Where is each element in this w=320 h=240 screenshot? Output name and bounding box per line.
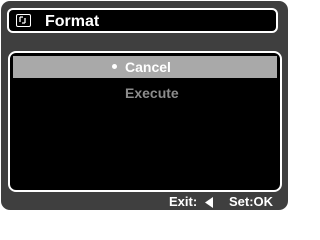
menu-item-label: Cancel <box>125 59 171 75</box>
set-hint-label: Set:OK <box>229 194 274 209</box>
format-menu: Cancel Execute <box>8 51 282 192</box>
camera-screen: Format Cancel Execute Exit: Set:OK <box>1 1 288 210</box>
title-bar: Format <box>7 8 278 33</box>
exit-hint-label: Exit: <box>169 194 198 209</box>
footer-hints: Exit: Set:OK <box>1 192 288 210</box>
menu-item-label: Execute <box>125 85 179 101</box>
menu-item-execute[interactable]: Execute <box>13 82 277 104</box>
left-arrow-icon <box>205 197 213 208</box>
format-icon <box>16 14 31 27</box>
page-title: Format <box>45 13 100 30</box>
menu-item-cancel[interactable]: Cancel <box>13 56 277 78</box>
selection-bullet-icon <box>112 64 117 69</box>
